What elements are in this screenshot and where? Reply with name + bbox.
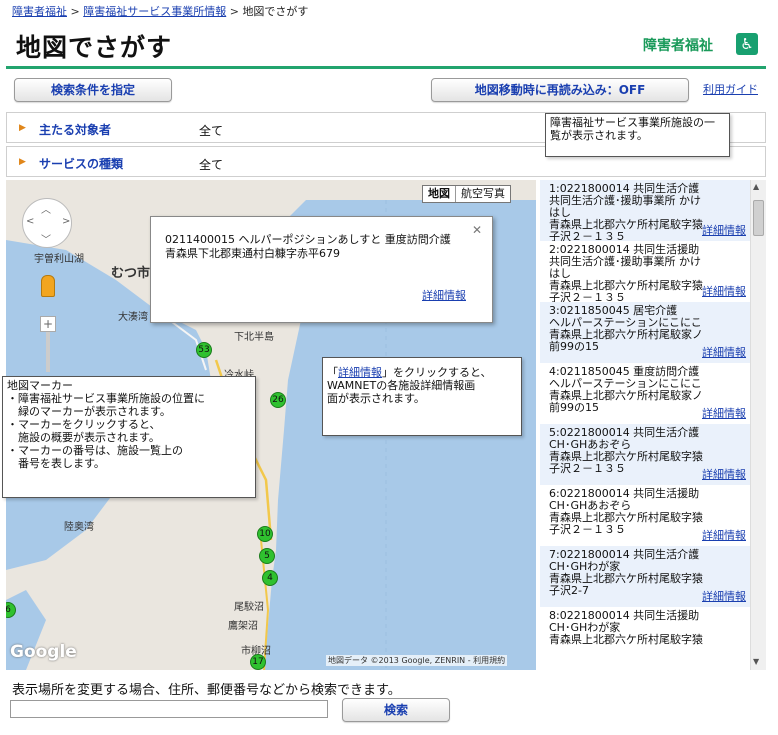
map-place-label: 宇曽利山湖 — [34, 254, 84, 265]
list-scrollbar[interactable]: ▲ ▼ — [750, 180, 766, 670]
list-item[interactable]: 2:0221800014 共同生活援助 共同生活介護･援助事業所 かけ はし 青… — [540, 241, 750, 304]
list-item-line: 共同生活介護･援助事業所 かけ — [549, 255, 701, 268]
list-item[interactable]: 8:0221800014 共同生活援助 CH･GHわが家 青森県上北郡六ケ所村尾… — [540, 607, 750, 668]
popup-facility-address: 青森県下北郡東通村白糠字赤平679 — [165, 247, 340, 260]
filter-value: 全て — [199, 124, 224, 138]
pan-control[interactable]: ︿ < > ﹀ — [22, 198, 72, 248]
callout-line: 番号を表します。 — [7, 457, 105, 470]
callout-text: 」をクリックすると、 — [382, 366, 492, 379]
callout-line: 緑のマーカーが表示されます。 — [7, 405, 171, 418]
map-info-popup: ✕ 0211400015 ヘルパーポジションあしすと 重度訪問介護 青森県下北郡… — [150, 216, 493, 323]
list-hint-callout: 障害福祉サービス事業所施設の一覧が表示されます。 — [545, 113, 730, 157]
close-icon[interactable]: ✕ — [472, 223, 482, 237]
location-search-input[interactable] — [10, 700, 328, 718]
map-place-label: 下北半島 — [234, 332, 274, 343]
breadcrumb-section-link[interactable]: 障害福祉サービス事業所情報 — [83, 5, 226, 18]
facility-list: 1:0221800014 共同生活介護 共同生活介護･援助事業所 かけ はし 青… — [540, 180, 750, 670]
pan-down-icon[interactable]: ﹀ — [41, 231, 51, 246]
scroll-down-icon[interactable]: ▼ — [753, 657, 759, 666]
map-place-label: 尾駮沼 — [234, 602, 264, 613]
page-title: 地図でさがす — [16, 33, 173, 62]
zoom-in-button[interactable]: + — [40, 316, 56, 332]
callout-line: 施設の概要が表示されます。 — [7, 431, 160, 444]
details-link[interactable]: 詳細情報 — [702, 347, 746, 359]
details-link[interactable]: 詳細情報 — [702, 225, 746, 237]
details-link[interactable]: 詳細情報 — [702, 530, 746, 542]
zoom-slider-track[interactable] — [46, 332, 50, 372]
list-item[interactable]: 3:0211850045 居宅介護 ヘルパーステーションにこにこ 青森県上北郡六… — [540, 302, 750, 363]
expand-arrow-icon: ▶ — [19, 157, 26, 167]
map-marker[interactable]: 10 — [257, 526, 273, 542]
pan-left-icon[interactable]: < — [26, 216, 34, 227]
details-link[interactable]: 詳細情報 — [702, 286, 746, 298]
list-item[interactable]: 6:0221800014 共同生活援助 CH･GHあおぞら 青森県上北郡六ケ所村… — [540, 485, 750, 546]
map-type-control: 地図 航空写真 — [422, 185, 511, 203]
callout-line: ・障害福祉サービス事業所施設の位置に — [7, 392, 205, 405]
callout-details-link: 詳細情報 — [338, 366, 382, 379]
filter-value: 全て — [199, 158, 224, 172]
callout-line: ・マーカーをクリックすると、 — [7, 418, 161, 431]
list-item-line: 青森県上北郡六ケ所村尾駮字猿 — [549, 633, 703, 646]
details-link[interactable]: 詳細情報 — [702, 408, 746, 420]
expand-arrow-icon: ▶ — [19, 123, 26, 133]
details-link[interactable]: 詳細情報 — [702, 469, 746, 481]
list-item[interactable]: 7:0221800014 共同生活介護 CH･GHわが家 青森県上北郡六ケ所村尾… — [540, 546, 750, 607]
filter-label: 主たる対象者 — [39, 123, 112, 137]
map-marker[interactable]: 17 — [250, 654, 266, 670]
callout-line: ・マーカーの番号は、施設一覧上の — [7, 444, 183, 457]
reload-on-move-toggle[interactable]: 地図移動時に再読み込み：OFF — [431, 78, 689, 102]
breadcrumb-separator: > — [226, 5, 243, 18]
list-item[interactable]: 1:0221800014 共同生活介護 共同生活介護･援助事業所 かけ はし 青… — [540, 180, 750, 243]
map-marker[interactable]: 53 — [196, 342, 212, 358]
map-place-label: 陸奥湾 — [64, 522, 94, 533]
map-copyright: 地図データ ©2013 Google, ZENRIN - 利用規約 — [326, 655, 508, 666]
list-item-line: 共同生活介護･援助事業所 かけ — [549, 194, 701, 207]
breadcrumb-separator: > — [67, 5, 84, 18]
google-logo: Google — [10, 642, 77, 662]
map-place-label: 大湊湾 — [118, 312, 148, 323]
pegman-icon[interactable] — [41, 275, 55, 297]
list-item[interactable]: 5:0221800014 共同生活介護 CH･GHあおぞら 青森県上北郡六ケ所村… — [540, 424, 750, 485]
wheelchair-icon: ♿ — [736, 33, 758, 55]
breadcrumb-home-link[interactable]: 障害者福祉 — [12, 5, 67, 18]
header-divider — [6, 66, 766, 69]
breadcrumb: 障害者福祉 > 障害福祉サービス事業所情報 > 地図でさがす — [12, 3, 308, 19]
pan-right-icon[interactable]: > — [62, 216, 70, 227]
list-item[interactable]: 4:0211850045 重度訪問介護 ヘルパーステーションにこにこ 青森県上北… — [540, 363, 750, 424]
map-place-label: むつ市 — [111, 266, 151, 281]
map-type-map-button[interactable]: 地図 — [423, 186, 456, 202]
map-place-label: 鷹架沼 — [228, 621, 258, 632]
filter-label: サービスの種類 — [39, 157, 124, 171]
map-marker[interactable]: 4 — [262, 570, 278, 586]
popup-facility-name: 0211400015 ヘルパーポジションあしすと 重度訪問介護 — [165, 233, 451, 246]
details-hint-callout: 「詳細情報」をクリックすると、 WAMNETの各施設詳細情報画 面が表示されます… — [322, 357, 522, 436]
callout-text: 「 — [327, 366, 338, 379]
pan-up-icon[interactable]: ︿ — [41, 201, 51, 216]
callout-line: WAMNETの各施設詳細情報画 — [327, 379, 476, 392]
scrollbar-thumb[interactable] — [753, 200, 764, 236]
callout-line: 地図マーカー — [7, 379, 73, 392]
callout-line: 面が表示されます。 — [327, 392, 425, 405]
marker-hint-callout: 地図マーカー ・障害福祉サービス事業所施設の位置に 緑のマーカーが表示されます。… — [2, 376, 256, 498]
search-conditions-button[interactable]: 検索条件を指定 — [14, 78, 172, 102]
breadcrumb-current: 地図でさがす — [242, 5, 309, 18]
search-label: 表示場所を変更する場合、住所、郵便番号などから検索できます。 — [12, 683, 401, 698]
search-button[interactable]: 検索 — [342, 698, 450, 722]
details-link[interactable]: 詳細情報 — [702, 591, 746, 603]
map-marker[interactable]: 5 — [259, 548, 275, 564]
brand-label: 障害者福祉 — [643, 38, 713, 54]
map-type-satellite-button[interactable]: 航空写真 — [456, 186, 510, 202]
scroll-up-icon[interactable]: ▲ — [753, 182, 759, 191]
usage-guide-link[interactable]: 利用ガイド — [703, 81, 758, 97]
map-marker[interactable]: 26 — [270, 392, 286, 408]
popup-details-link[interactable]: 詳細情報 — [422, 289, 466, 303]
